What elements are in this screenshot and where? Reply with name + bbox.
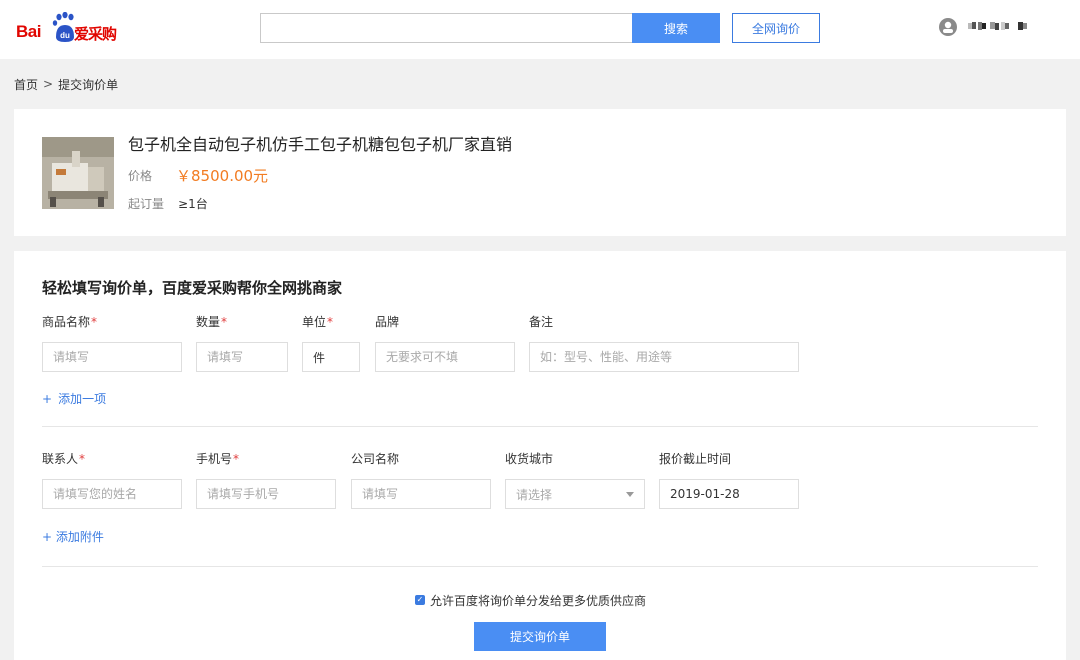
breadcrumb-current: 提交询价单 bbox=[58, 77, 119, 92]
add-item-link[interactable]: + 添加一项 bbox=[42, 391, 106, 407]
brand-input[interactable] bbox=[375, 342, 515, 372]
city-select[interactable]: 请选择 bbox=[505, 479, 645, 509]
agree-text: 允许百度将询价单分发给更多优质供应商 bbox=[430, 593, 647, 608]
form-title: 轻松填写询价单，百度爱采购帮你全网挑商家 bbox=[42, 279, 343, 297]
logo-aicaigou-text: 爱采购 bbox=[74, 25, 117, 43]
unit-input[interactable] bbox=[302, 342, 360, 372]
add-item-label: 添加一项 bbox=[58, 392, 107, 406]
contact-person-input[interactable] bbox=[42, 479, 182, 509]
product-summary-card: 包子机全自动包子机仿手工包子机糖包包子机厂家直销 价格 ￥8500.00元 起订… bbox=[14, 109, 1066, 236]
product-title[interactable]: 包子机全自动包子机仿手工包子机糖包包子机厂家直销 bbox=[128, 135, 512, 155]
breadcrumb: 首页 > 提交询价单 bbox=[14, 76, 118, 92]
moq-label: 起订量 bbox=[128, 196, 165, 211]
baidu-aicaigou-logo[interactable]: Bai du 爱采购 bbox=[16, 12, 126, 44]
quantity-input[interactable] bbox=[196, 342, 288, 372]
company-input[interactable] bbox=[351, 479, 491, 509]
dropdown-caret-icon bbox=[626, 491, 634, 497]
brand-label: 品牌 bbox=[375, 315, 400, 329]
city-label: 收货城市 bbox=[505, 452, 554, 466]
product-name-label: 商品名称* bbox=[42, 315, 98, 329]
unit-label: 单位* bbox=[302, 315, 334, 329]
company-label: 公司名称 bbox=[351, 452, 400, 466]
submit-inquiry-button[interactable]: 提交询价单 bbox=[474, 622, 606, 651]
phone-input[interactable] bbox=[196, 479, 336, 509]
price-label: 价格 bbox=[128, 168, 153, 183]
section-divider bbox=[42, 426, 1038, 427]
price-value: ￥8500.00元 bbox=[176, 166, 269, 185]
note-input[interactable] bbox=[529, 342, 799, 372]
note-label: 备注 bbox=[529, 315, 554, 329]
agree-distribute-row: ✓ 允许百度将询价单分发给更多优质供应商 bbox=[415, 592, 646, 608]
logo-du-text: du bbox=[60, 31, 70, 40]
product-image[interactable] bbox=[42, 137, 114, 209]
top-header: Bai du 爱采购 搜索 全网询价 bbox=[0, 0, 1080, 59]
breadcrumb-separator: > bbox=[43, 77, 54, 91]
search-input[interactable] bbox=[260, 13, 634, 43]
product-name-input[interactable] bbox=[42, 342, 182, 372]
inquiry-form-card: 轻松填写询价单，百度爱采购帮你全网挑商家 商品名称* 数量* 单位* 品牌 备注… bbox=[14, 251, 1066, 660]
deadline-date-input[interactable] bbox=[659, 479, 799, 509]
logo-bai-text: Bai bbox=[16, 22, 41, 41]
phone-label: 手机号* bbox=[196, 452, 240, 466]
moq-row: 起订量 ≥1台 bbox=[128, 195, 208, 211]
add-attachment-link[interactable]: + 添加附件 bbox=[42, 529, 104, 545]
breadcrumb-home-link[interactable]: 首页 bbox=[14, 76, 38, 93]
plus-icon: + bbox=[42, 392, 53, 406]
moq-value: ≥1台 bbox=[178, 196, 208, 211]
section-divider-2 bbox=[42, 566, 1038, 567]
city-select-placeholder: 请选择 bbox=[516, 487, 553, 502]
contact-person-label: 联系人* bbox=[42, 452, 86, 466]
web-inquiry-button[interactable]: 全网询价 bbox=[732, 13, 820, 43]
user-icon[interactable] bbox=[938, 17, 958, 37]
price-row: 价格 ￥8500.00元 bbox=[128, 165, 268, 185]
quantity-label: 数量* bbox=[196, 315, 228, 329]
search-button[interactable]: 搜索 bbox=[632, 13, 720, 43]
agree-checkbox[interactable]: ✓ bbox=[415, 595, 425, 605]
deadline-label: 报价截止时间 bbox=[659, 452, 732, 466]
username-mosaic[interactable] bbox=[968, 20, 1030, 32]
